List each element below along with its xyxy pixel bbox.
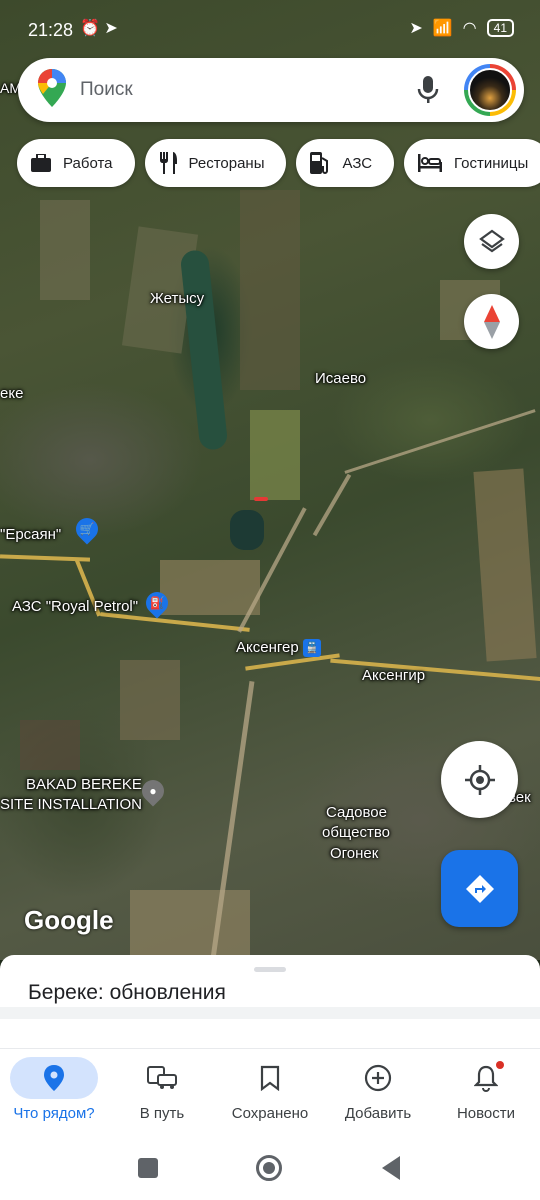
chip-restaurants[interactable]: Рестораны (144, 139, 287, 187)
home-button[interactable] (256, 1155, 282, 1181)
crosshair-icon (464, 764, 495, 795)
map-label-aksenger-station[interactable]: Аксенгер (236, 639, 299, 656)
briefcase-icon (31, 154, 51, 172)
search-bar[interactable]: Поиск (18, 58, 524, 122)
chip-label: Рестораны (188, 154, 265, 172)
map-label-royal-petrol[interactable]: АЗС "Royal Petrol" (12, 598, 138, 615)
back-button[interactable] (382, 1156, 400, 1180)
my-location-button[interactable] (441, 741, 518, 818)
nav-contribute[interactable]: Добавить (324, 1049, 432, 1136)
recents-button[interactable] (138, 1158, 158, 1178)
sheet-drag-handle[interactable] (254, 967, 286, 972)
map-label-bakad-2[interactable]: SITE INSTALLATION (0, 796, 142, 813)
sheet-title: Береке: обновления (28, 981, 226, 1004)
layers-icon (478, 229, 505, 252)
gas-station-pin-icon[interactable]: ⛽ (141, 587, 173, 619)
status-time: 21:28 (28, 20, 74, 40)
map-label-zhetysu[interactable]: Жетысу (150, 290, 204, 307)
gas-station-icon (310, 152, 329, 174)
microphone-icon[interactable] (408, 70, 448, 110)
status-bar: 21:28 ⏰ ➤ ➤ 📶 ◠ 41 (0, 0, 540, 56)
avatar[interactable] (464, 64, 516, 116)
nav-saved[interactable]: Сохранено (216, 1049, 324, 1136)
location-pin-icon (44, 1065, 64, 1091)
battery-indicator: 41 (486, 19, 514, 37)
nav-label: Новости (456, 1105, 516, 1122)
location-pin-icon[interactable]: ● (137, 775, 169, 807)
location-arrow-icon: ➤ (409, 20, 423, 37)
layers-button[interactable] (464, 214, 519, 269)
bell-icon (474, 1065, 498, 1092)
divider (0, 1007, 540, 1019)
map-label-bakad-1[interactable]: BAKAD BEREKE (26, 776, 142, 793)
system-navigation-bar (0, 1136, 540, 1200)
add-circle-icon (364, 1064, 392, 1092)
wifi-icon: ◠ (462, 20, 477, 37)
shopping-cart-pin-icon[interactable]: 🛒 (71, 513, 103, 545)
bookmark-icon (260, 1065, 280, 1091)
chip-label: АЗС (342, 154, 373, 172)
compass-icon (483, 304, 500, 339)
signal-icon: 📶 (432, 20, 453, 37)
search-input[interactable]: Поиск (80, 79, 408, 101)
directions-button[interactable] (441, 850, 518, 927)
map-label-ersayan[interactable]: "Ерсаян" (0, 526, 61, 543)
nav-commute[interactable]: В путь (108, 1049, 216, 1136)
bottom-sheet[interactable]: Береке: обновления (0, 955, 540, 1055)
map-label-sadovoe-1[interactable]: Садовое (326, 804, 387, 821)
train-station-icon[interactable]: 🚆 (303, 639, 321, 657)
chip-gas-stations[interactable]: АЗС (296, 139, 395, 187)
map-label-sadovoe-2[interactable]: общество (322, 824, 390, 841)
map-label-isaevo[interactable]: Исаево (315, 370, 366, 387)
nav-updates[interactable]: Новости (432, 1049, 540, 1136)
category-chips: Работа Рестораны АЗС Гостиницы (17, 139, 540, 187)
commute-icon (147, 1066, 177, 1089)
map-label-aksengir[interactable]: Аксенгир (362, 667, 425, 684)
chip-label: Гостиницы (454, 154, 529, 172)
bottom-navigation: Что рядом? В путь Сохранено Добавить Нов… (0, 1048, 540, 1136)
hotel-icon (418, 154, 443, 172)
notification-dot (496, 1061, 504, 1069)
nav-label: В путь (139, 1105, 185, 1122)
nav-label: Что рядом? (13, 1105, 95, 1122)
nav-label: Сохранено (231, 1105, 309, 1122)
nav-explore[interactable]: Что рядом? (0, 1049, 108, 1136)
map-label-eke[interactable]: еке (0, 385, 23, 402)
map-label-sadovoe-3[interactable]: Огонек (330, 845, 378, 862)
chip-label: Работа (63, 154, 113, 172)
nav-label: Добавить (344, 1105, 412, 1122)
directions-icon (465, 874, 494, 903)
maps-logo-icon (38, 68, 66, 112)
chip-hotels[interactable]: Гостиницы (404, 139, 540, 187)
compass-button[interactable] (464, 294, 519, 349)
status-notification-icons: ⏰ ➤ (80, 20, 118, 37)
restaurant-icon (159, 152, 177, 174)
google-logo: Google (24, 905, 114, 935)
chip-work[interactable]: Работа (17, 139, 135, 187)
